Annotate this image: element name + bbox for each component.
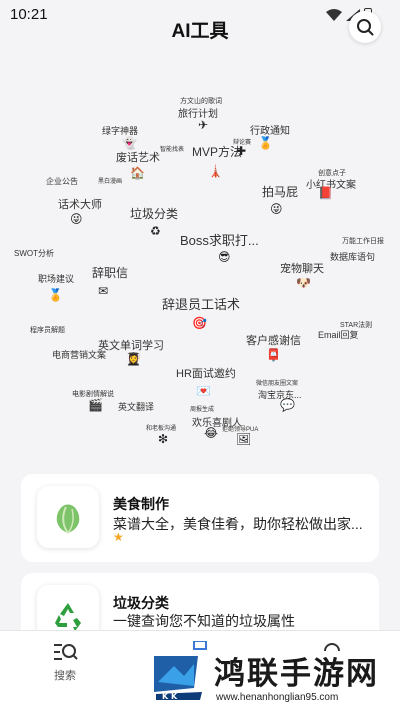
search-list-icon bbox=[54, 644, 78, 660]
plus-icon: ✚ bbox=[236, 144, 247, 158]
film-icon: 🎬 bbox=[88, 398, 103, 412]
recycle-icon: ♻ bbox=[150, 224, 161, 238]
cloud-tag[interactable]: 英文单词学习 bbox=[98, 337, 164, 353]
house-icon: 🏠 bbox=[130, 166, 145, 180]
lettuce-icon bbox=[37, 486, 99, 548]
student-icon: 👩‍🎓 bbox=[126, 352, 141, 366]
card-description: 一键查询您不知道的垃圾属性 bbox=[113, 613, 295, 629]
grin-icon: 😜 bbox=[270, 202, 283, 216]
cloud-tag[interactable]: 黑白漫画 bbox=[98, 176, 122, 185]
watermark-title: 鸿联手游网 bbox=[214, 656, 379, 692]
cloud-tag[interactable]: HR面试邀约 bbox=[176, 365, 236, 381]
airplane-icon: ✈ bbox=[198, 118, 209, 132]
laugh-icon: 😂 bbox=[204, 426, 219, 440]
target-icon: 🎯 bbox=[192, 316, 207, 330]
book-icon: 📕 bbox=[318, 186, 333, 200]
dog-icon: 🐶 bbox=[296, 276, 311, 290]
cloud-tag[interactable]: 辞职信 bbox=[92, 264, 128, 281]
poster-icon: 🖼 bbox=[236, 432, 252, 446]
card-title: 美食制作 bbox=[113, 496, 169, 512]
mail-icon: ✉ bbox=[98, 284, 109, 298]
cloud-tag[interactable]: SWOT分析 bbox=[14, 248, 54, 259]
cloud-tag[interactable]: Boss求职打... bbox=[180, 230, 259, 249]
cloud-tag[interactable]: 企业公告 bbox=[46, 176, 78, 187]
cloud-tag[interactable]: 客户感谢信 bbox=[246, 332, 301, 348]
watermark-logo-icon: K K bbox=[154, 656, 202, 701]
tab-search[interactable]: 搜索 bbox=[52, 641, 78, 683]
sparkle-icon: ❇ bbox=[158, 432, 169, 446]
tower-icon: 🗼 bbox=[208, 164, 223, 178]
tool-tag-cloud: 方文山的歌词 旅行计划 绿字神器 智能找表 行政通知 辩论赛 废话艺术 MVP方… bbox=[0, 70, 400, 470]
sunglasses-icon: 😎 bbox=[218, 250, 231, 264]
cloud-tag[interactable]: 英文翻译 bbox=[118, 400, 154, 413]
cloud-tag[interactable]: 周报生成 bbox=[190, 404, 214, 413]
cloud-tag[interactable]: 拍马屁 bbox=[262, 183, 298, 200]
cloud-tag[interactable]: 创意点子 bbox=[318, 168, 346, 178]
cloud-tag[interactable]: 数据库语句 bbox=[330, 250, 375, 263]
cloud-tag[interactable]: 程序员解题 bbox=[30, 325, 65, 335]
cloud-tag[interactable]: 智能找表 bbox=[160, 144, 184, 153]
cloud-tag[interactable]: 职场建议 bbox=[38, 272, 74, 285]
cloud-tag[interactable]: 微信朋友圈文案 bbox=[256, 378, 298, 387]
cloud-tag[interactable]: 行政通知 bbox=[250, 122, 290, 137]
cloud-tag[interactable]: 垃圾分类 bbox=[130, 205, 178, 222]
ghost-icon: 👻 bbox=[122, 136, 137, 150]
page-title: AI工具 bbox=[171, 21, 229, 42]
postbox-icon: 📮 bbox=[266, 348, 281, 362]
cloud-tag[interactable]: 和老板沟通 bbox=[146, 423, 176, 432]
cloud-tag[interactable]: 宠物聊天 bbox=[280, 260, 324, 276]
speech-icon: 💬 bbox=[280, 398, 295, 412]
cloud-tag[interactable]: 辞退员工话术 bbox=[162, 294, 240, 313]
star-icon: ★ bbox=[113, 530, 124, 544]
card-title: 垃圾分类 bbox=[113, 595, 169, 611]
cloud-tag[interactable]: Email回复 bbox=[318, 328, 359, 341]
letter-icon: 💌 bbox=[196, 384, 211, 398]
medal-icon: 🏅 bbox=[48, 288, 63, 302]
svg-text:K K: K K bbox=[162, 692, 178, 701]
cloud-tag[interactable]: 电商营销文案 bbox=[52, 348, 106, 361]
grin-icon: 😜 bbox=[70, 212, 83, 226]
tool-card-food[interactable]: 美食制作 菜谱大全，美食佳肴，助你轻松做出家... ★ bbox=[21, 474, 379, 562]
card-description: 菜谱大全，美食佳肴，助你轻松做出家... bbox=[113, 516, 363, 532]
watermark: K K 鸿联手游网 www.henanhonglian95.com bbox=[150, 648, 398, 708]
cloud-tag[interactable]: 话术大师 bbox=[58, 196, 102, 212]
search-icon bbox=[357, 19, 374, 36]
tab-search-label: 搜索 bbox=[54, 670, 76, 682]
medal-icon: 🏅 bbox=[258, 136, 273, 150]
watermark-url: www.henanhonglian95.com bbox=[216, 692, 339, 703]
cloud-tag[interactable]: 废话艺术 bbox=[116, 149, 160, 165]
search-button[interactable] bbox=[349, 11, 381, 43]
cloud-tag[interactable]: MVP方法 bbox=[192, 143, 242, 160]
cloud-tag[interactable]: 万能工作日报 bbox=[342, 236, 384, 246]
